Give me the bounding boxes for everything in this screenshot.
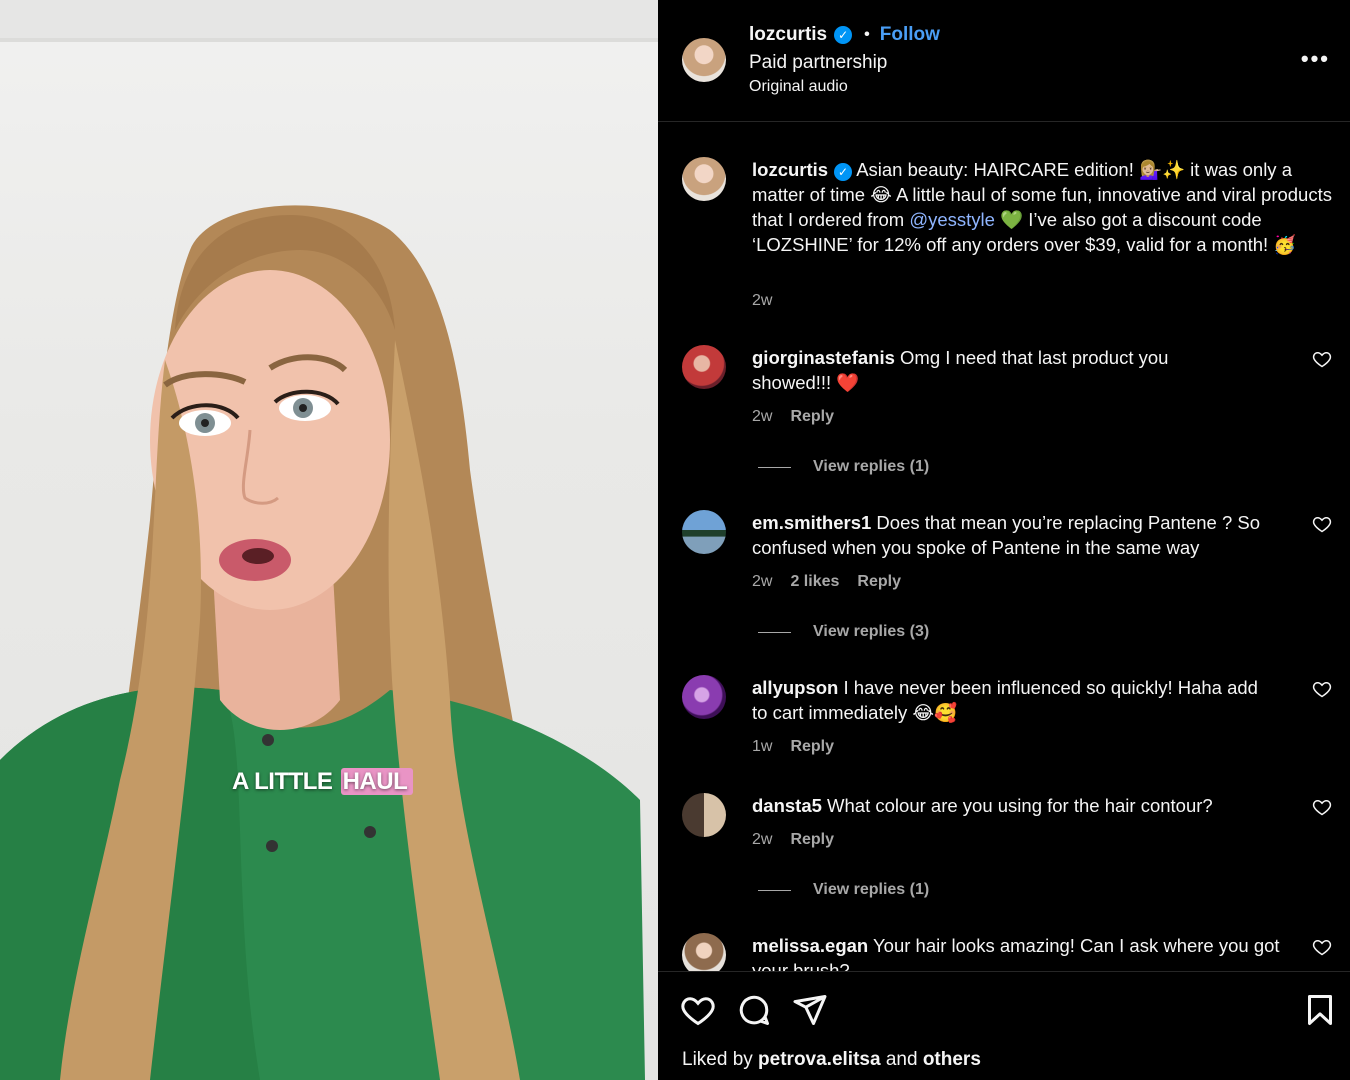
replies-divider [758, 631, 791, 633]
action-bar: Liked by petrova.elitsa and others [658, 971, 1350, 1080]
more-options-icon[interactable]: ••• [1301, 46, 1330, 72]
verified-badge-icon: ✓ [834, 26, 853, 44]
reply-button[interactable]: Reply [857, 573, 901, 591]
comment-time: 2w [752, 408, 773, 425]
heart-icon[interactable] [1312, 797, 1332, 817]
verified-badge-icon: ✓ [834, 163, 853, 181]
avatar[interactable] [682, 38, 726, 82]
view-replies-button[interactable]: View replies (1) [758, 458, 929, 476]
avatar[interactable] [682, 793, 726, 837]
replies-divider [758, 466, 791, 468]
heart-icon[interactable] [680, 992, 716, 1028]
comment-username[interactable]: allyupson [752, 677, 838, 698]
comment-meta: 2w 2 likes Reply [752, 573, 901, 591]
heart-icon[interactable] [1312, 349, 1332, 369]
view-replies-button[interactable]: View replies (3) [758, 623, 929, 641]
heart-icon[interactable] [1312, 514, 1332, 534]
mention-link[interactable]: @yesstyle [909, 209, 995, 230]
comment-body: melissa.egan Your hair looks amazing! Ca… [752, 933, 1302, 971]
caption-meta: 2w [752, 292, 772, 310]
comments-list[interactable]: lozcurtis ✓ Asian beauty: HAIRCARE editio… [658, 123, 1350, 971]
post-header: lozcurtis ✓ • Follow Paid partnership Or… [658, 0, 1350, 122]
paid-partnership-label[interactable]: Paid partnership [749, 52, 887, 74]
comment-username[interactable]: em.smithers1 [752, 512, 871, 533]
comment-icon[interactable] [736, 992, 772, 1028]
avatar[interactable] [682, 345, 726, 389]
liked-prefix: Liked by [682, 1049, 759, 1070]
comment-body: giorginastefanis Omg I need that last pr… [752, 345, 1252, 395]
share-icon[interactable] [792, 992, 828, 1028]
reply-button[interactable]: Reply [790, 408, 834, 426]
bookmark-icon[interactable] [1302, 992, 1338, 1028]
liked-others-link[interactable]: others [923, 1049, 981, 1070]
liked-by-summary: Liked by petrova.elitsa and others [682, 1049, 981, 1071]
comment-meta: 2w Reply [752, 831, 834, 849]
author-username[interactable]: lozcurtis [749, 24, 827, 46]
replies-divider [758, 889, 791, 891]
reply-button[interactable]: Reply [790, 831, 834, 849]
caption-highlight: HAUL [340, 768, 414, 795]
comment-time: 2w [752, 573, 773, 590]
avatar[interactable] [682, 157, 726, 201]
comment-text: What colour are you using for the hair c… [821, 795, 1213, 816]
comment-body: dansta5 What colour are you using for th… [752, 793, 1272, 818]
comment-body: em.smithers1 Does that mean you’re repla… [752, 510, 1282, 560]
comment-username[interactable]: melissa.egan [752, 935, 868, 956]
view-replies-label[interactable]: View replies (1) [813, 881, 929, 899]
avatar[interactable] [682, 933, 726, 971]
avatar[interactable] [682, 675, 726, 719]
comment-body: allyupson I have never been influenced s… [752, 675, 1272, 725]
video-player[interactable]: A LITTLE HAUL [0, 0, 658, 1080]
separator-dot: • [864, 26, 870, 43]
heart-icon[interactable] [1312, 937, 1332, 957]
comment-meta: 2w Reply [752, 408, 834, 426]
video-caption: A LITTLE HAUL [232, 766, 414, 798]
view-replies-button[interactable]: View replies (1) [758, 881, 929, 899]
view-replies-label[interactable]: View replies (3) [813, 623, 929, 641]
audio-link[interactable]: Original audio [749, 78, 848, 96]
video-frame-illustration [0, 0, 658, 1080]
liked-mid: and [880, 1049, 923, 1070]
caption-text: A LITTLE [232, 768, 339, 795]
comment-likes[interactable]: 2 likes [790, 573, 839, 591]
comment-meta: 1w Reply [752, 738, 834, 756]
heart-icon[interactable] [1312, 679, 1332, 699]
comment-time: 2w [752, 831, 773, 848]
comment-username[interactable]: dansta5 [752, 795, 822, 816]
avatar[interactable] [682, 510, 726, 554]
view-replies-label[interactable]: View replies (1) [813, 458, 929, 476]
comment-time: 1w [752, 738, 773, 755]
reply-button[interactable]: Reply [790, 738, 834, 756]
caption-username[interactable]: lozcurtis [752, 159, 828, 180]
follow-button[interactable]: Follow [880, 24, 940, 46]
author-row: lozcurtis ✓ • Follow [749, 24, 940, 46]
post-side-panel: lozcurtis ✓ • Follow Paid partnership Or… [658, 0, 1350, 1080]
caption-time: 2w [752, 292, 773, 309]
liked-user-link[interactable]: petrova.elitsa [758, 1049, 881, 1070]
comment-username[interactable]: giorginastefanis [752, 347, 895, 368]
caption-body: lozcurtis ✓ Asian beauty: HAIRCARE editio… [752, 157, 1340, 257]
